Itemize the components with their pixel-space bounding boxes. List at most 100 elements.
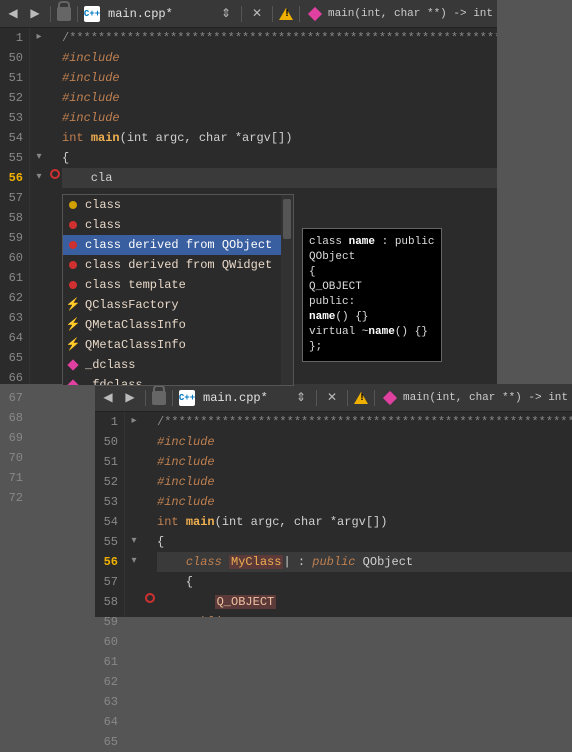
breakpoint-marker[interactable]	[143, 452, 157, 472]
breakpoint-marker[interactable]	[143, 552, 157, 572]
breakpoint-marker[interactable]	[143, 672, 157, 692]
breakpoint-marker[interactable]	[143, 512, 157, 532]
breakpoint-marker[interactable]	[143, 472, 157, 492]
breakpoint-marker[interactable]	[48, 308, 62, 328]
code-area[interactable]: /***************************************…	[157, 412, 572, 617]
completion-item[interactable]: ⚡QMetaClassInfo	[63, 315, 293, 335]
breakpoint-marker[interactable]	[143, 432, 157, 452]
warning-icon[interactable]	[279, 8, 293, 20]
completion-item[interactable]: ⚡QClassFactory	[63, 295, 293, 315]
completion-item[interactable]: _dclass	[63, 355, 293, 375]
marker-gutter[interactable]	[48, 28, 62, 384]
fold-indicator[interactable]: ▾	[125, 532, 143, 552]
breakpoint-marker[interactable]	[48, 148, 62, 168]
dot-r-icon	[67, 259, 79, 271]
breakpoint-marker[interactable]	[143, 612, 157, 632]
breakpoint-marker[interactable]	[143, 632, 157, 652]
breakpoint-marker[interactable]	[48, 248, 62, 268]
line-number: 58	[0, 208, 23, 228]
completion-item[interactable]: class	[63, 195, 293, 215]
line-number: 64	[0, 328, 23, 348]
completion-item[interactable]: ⚡QMetaClassInfo	[63, 335, 293, 355]
completion-label: class derived from QWidget	[85, 256, 272, 274]
breakpoint-marker[interactable]	[143, 532, 157, 552]
lock-icon[interactable]	[152, 391, 166, 405]
line-number: 63	[0, 308, 23, 328]
breakpoint-marker[interactable]	[48, 128, 62, 148]
completion-item[interactable]: class template	[63, 275, 293, 295]
breadcrumb[interactable]: main(int, char **) -> int	[328, 8, 493, 20]
fold-indicator	[125, 572, 143, 592]
breakpoint-marker[interactable]	[143, 492, 157, 512]
filename-label[interactable]: main.cpp*	[108, 7, 173, 21]
breakpoint-marker[interactable]	[48, 368, 62, 388]
breakpoint-marker[interactable]	[48, 288, 62, 308]
completion-label: _dclass	[85, 356, 135, 374]
marker-gutter[interactable]	[143, 412, 157, 617]
nav-forward-button[interactable]: ▶	[26, 5, 44, 23]
breakpoint-marker[interactable]	[48, 68, 62, 88]
fold-indicator[interactable]: ▸	[125, 412, 143, 432]
completion-item[interactable]: class	[63, 215, 293, 235]
completion-item[interactable]: _fdclass	[63, 375, 293, 385]
tooltip-name: name	[309, 311, 335, 323]
fold-indicator[interactable]: ▾	[125, 552, 143, 572]
breakpoint-marker[interactable]	[48, 348, 62, 368]
nav-back-button[interactable]: ◀	[4, 5, 22, 23]
breakpoint-marker[interactable]	[48, 448, 62, 468]
breakpoint-marker[interactable]	[48, 188, 62, 208]
fold-indicator[interactable]: ▾	[30, 148, 48, 168]
editor-area[interactable]: 150515253545556575859606162636465 ▸▾▾ /*…	[95, 412, 572, 617]
fold-indicator	[30, 368, 48, 388]
breakpoint-marker[interactable]	[48, 88, 62, 108]
scrollbar-thumb[interactable]	[283, 199, 291, 239]
breakpoint-marker[interactable]	[48, 388, 62, 408]
tooltip-name: name	[368, 326, 394, 338]
fold-gutter[interactable]: ▸ ▾▾	[125, 412, 143, 617]
separator	[241, 6, 242, 22]
fold-gutter[interactable]: ▸ ▾▾	[30, 28, 48, 384]
breakpoint-marker[interactable]	[143, 572, 157, 592]
bolt-icon: ⚡	[67, 319, 79, 331]
completion-list[interactable]: classclassclass derived from QObjectclas…	[63, 195, 293, 385]
separator	[50, 6, 51, 22]
breakpoint-marker[interactable]	[143, 692, 157, 712]
breakpoint-marker[interactable]	[48, 28, 62, 48]
fold-indicator	[30, 68, 48, 88]
completion-item[interactable]: class derived from QObject	[63, 235, 293, 255]
updown-icon[interactable]: ⇕	[292, 389, 310, 407]
breakpoint-marker[interactable]	[48, 328, 62, 348]
lock-icon[interactable]	[57, 7, 71, 21]
breakpoint-marker[interactable]	[48, 108, 62, 128]
close-button[interactable]: ✕	[323, 389, 341, 407]
completion-item[interactable]: class derived from QWidget	[63, 255, 293, 275]
breakpoint-marker[interactable]	[143, 712, 157, 732]
breakpoint-marker[interactable]	[143, 412, 157, 432]
breakpoint-marker[interactable]	[48, 408, 62, 428]
breakpoint-marker[interactable]	[48, 428, 62, 448]
breakpoint-marker[interactable]	[48, 168, 62, 188]
breadcrumb[interactable]: main(int, char **) -> int	[403, 392, 568, 404]
breakpoint-marker[interactable]	[48, 48, 62, 68]
close-button[interactable]: ✕	[248, 5, 266, 23]
filename-label[interactable]: main.cpp*	[203, 391, 268, 405]
breakpoint-marker[interactable]	[143, 592, 157, 612]
breakpoint-marker[interactable]	[48, 488, 62, 508]
nav-forward-button[interactable]: ▶	[121, 389, 139, 407]
breakpoint-marker[interactable]	[48, 268, 62, 288]
breakpoint-marker[interactable]	[48, 208, 62, 228]
fold-indicator[interactable]: ▸	[30, 28, 48, 48]
breakpoint-marker[interactable]	[143, 732, 157, 752]
breakpoint-marker[interactable]	[48, 468, 62, 488]
fold-indicator[interactable]: ▾	[30, 168, 48, 188]
scrollbar-track[interactable]	[281, 195, 293, 385]
nav-back-button[interactable]: ◀	[99, 389, 117, 407]
warning-icon[interactable]	[354, 392, 368, 404]
breakpoint-marker[interactable]	[143, 652, 157, 672]
updown-icon[interactable]: ⇕	[217, 5, 235, 23]
fold-indicator	[30, 208, 48, 228]
completion-popup[interactable]: classclassclass derived from QObjectclas…	[62, 194, 294, 386]
fold-indicator	[30, 428, 48, 448]
breakpoint-marker[interactable]	[48, 228, 62, 248]
line-number: 56	[95, 552, 118, 572]
